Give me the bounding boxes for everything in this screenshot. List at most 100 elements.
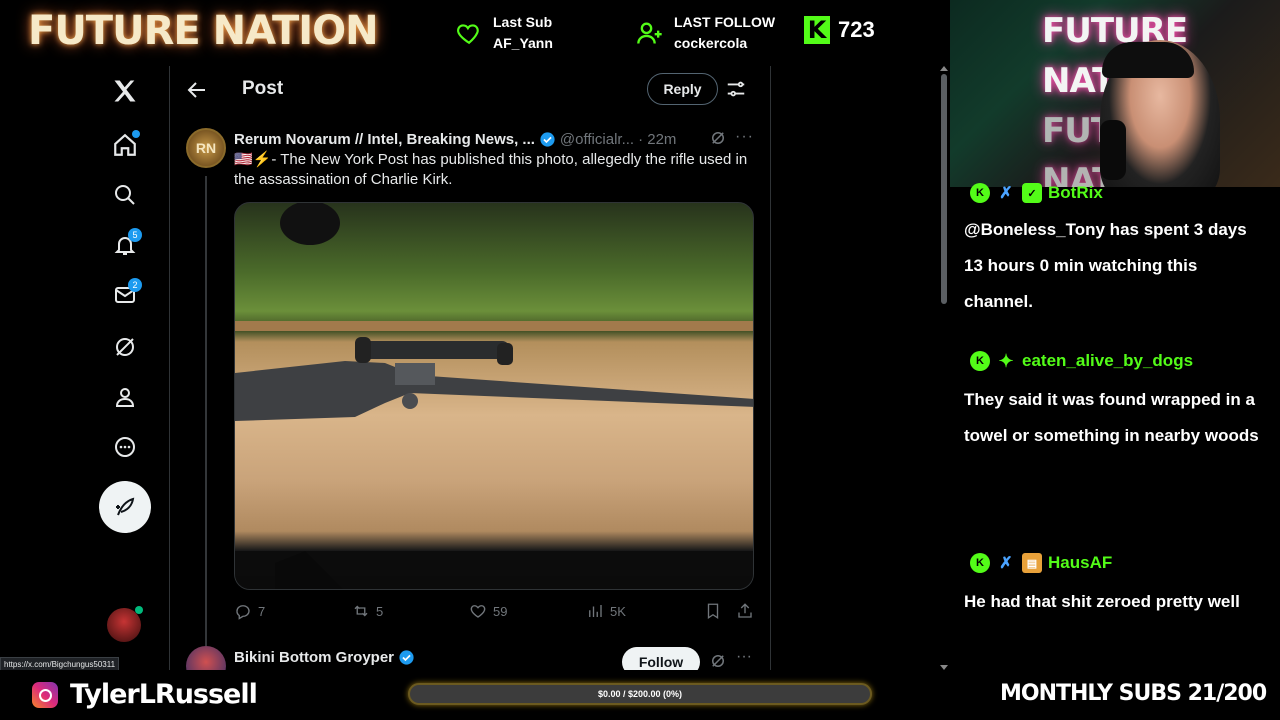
reply-count: 7 (258, 603, 266, 619)
messages-badge: 2 (128, 278, 142, 292)
microphone (1100, 120, 1126, 180)
search-icon[interactable] (108, 178, 142, 212)
next-tweet-author-name: Bikini Bottom Groyper (234, 649, 395, 666)
tweet-timestamp[interactable]: · 22m (638, 131, 676, 148)
chat-username-text: eaten_alive_by_dogs (1022, 351, 1194, 370)
verified-bot-badge-icon: ✓ (1022, 183, 1042, 203)
back-arrow-icon[interactable] (185, 78, 209, 102)
bookmark-icon (707, 603, 719, 620)
last-follow-name: cockercola (674, 35, 748, 51)
x-app-window: 5 2 https://x.com/Bigchungus50311 Post R… (0, 66, 950, 686)
account-avatar[interactable] (107, 606, 143, 642)
chat-username: K ✗ ✓ BotRix (970, 183, 1103, 203)
grok-explain-icon[interactable] (709, 652, 727, 670)
rifle-photo-illustration (235, 203, 753, 589)
gift-badge-icon: ▤ (1022, 553, 1042, 573)
next-tweet-more-icon[interactable]: ··· (736, 648, 752, 666)
view-count: 5K (610, 603, 626, 619)
last-sub-widget: Last Sub AF_Yann (455, 12, 553, 54)
webcam-feed: FUTURE NATION FUTURE NATION (950, 0, 1280, 187)
online-dot (135, 606, 143, 614)
repost-count: 5 (376, 603, 384, 619)
share-icon (738, 603, 752, 618)
repost-icon (354, 605, 368, 617)
reply-action[interactable]: 7 (234, 602, 265, 620)
kick-badge-icon: K (970, 351, 990, 371)
add-user-icon (637, 22, 662, 44)
more-options-icon[interactable] (108, 430, 142, 464)
sub-goal-text: $0.00 / $200.00 (0%) (597, 689, 683, 699)
viewer-count: 723 (838, 17, 875, 42)
post-header: Post Reply (171, 66, 771, 114)
instagram-icon (32, 682, 58, 708)
x-logo-icon[interactable] (108, 74, 142, 108)
last-sub-label: Last Sub (493, 14, 553, 30)
sparkle-badge-icon: ✦ (998, 350, 1014, 371)
notifications-badge: 5 (128, 228, 142, 242)
scroll-thumb[interactable] (941, 74, 947, 304)
stream-topbar: FUTURE NATION Last Sub AF_Yann LAST FOLL… (0, 0, 950, 66)
streamer-cap (1102, 42, 1194, 78)
thread-line (205, 176, 207, 646)
grok-explain-icon[interactable] (709, 129, 727, 147)
reply-button[interactable]: Reply (647, 73, 718, 105)
notifications-icon[interactable]: 5 (108, 228, 142, 262)
last-follow-widget: LAST FOLLOW cockercola (636, 12, 775, 54)
share-action[interactable] (736, 602, 754, 620)
grok-icon[interactable] (108, 330, 142, 364)
x-sidebar: 5 2 https://x.com/Bigchungus50311 (0, 66, 170, 672)
instagram-handle: TylerLRussell (70, 679, 258, 710)
chat-username: K ✗ ▤ HausAF (970, 553, 1112, 573)
tweet-author-name[interactable]: Rerum Novarum // Intel, Breaking News, .… (234, 131, 535, 148)
viewer-count-widget: K 723 (804, 16, 875, 44)
home-icon[interactable] (108, 128, 142, 162)
tweet-text: 🇺🇸⚡- The New York Post has published thi… (234, 151, 748, 188)
feather-icon (116, 497, 135, 516)
sliders-icon[interactable] (725, 78, 747, 100)
tweet-actions: 7 5 59 5K (234, 602, 759, 622)
chat-message: @Boneless_Tony has spent 3 days 13 hours… (964, 220, 1247, 311)
chat-panel: K ✗ ✓ BotRix @Boneless_Tony has spent 3 … (950, 183, 1280, 670)
profile-icon[interactable] (108, 380, 142, 414)
verified-badge-icon (540, 131, 555, 147)
compose-post-button[interactable] (99, 481, 151, 533)
chat-message: They said it was found wrapped in a towe… (964, 390, 1259, 445)
sword-badge-icon: ✗ (999, 555, 1013, 572)
comment-icon (236, 605, 250, 620)
chat-username-text: HausAF (1048, 553, 1113, 572)
sword-badge-icon: ✗ (999, 185, 1013, 202)
chat-message: He had that shit zeroed pretty well (964, 592, 1240, 611)
verified-badge-icon (399, 650, 414, 665)
kick-logo-icon: K (804, 16, 830, 44)
kick-badge-icon: K (970, 183, 990, 203)
page-scrollbar[interactable] (938, 66, 950, 670)
monthly-subs: MONTHLY SUBS 21/200 (1000, 681, 1267, 706)
analytics-icon (589, 605, 602, 617)
scroll-up-icon[interactable] (940, 66, 948, 71)
next-tweet-author[interactable]: Bikini Bottom Groyper (234, 649, 415, 666)
future-nation-logo: FUTURE NATION (28, 8, 379, 54)
stream-overlay: FUTURE NATION Last Sub AF_Yann LAST FOLL… (0, 0, 1280, 720)
tweet-photo[interactable] (234, 202, 754, 590)
kick-badge-icon: K (970, 553, 990, 573)
tweet-author-avatar[interactable]: RN (186, 128, 226, 168)
post-column: Post Reply RN Rerum Novarum // Intel, Br… (171, 66, 771, 686)
like-action[interactable]: 59 (469, 602, 507, 620)
next-tweet: Bikini Bottom Groyper Follow ··· (186, 644, 766, 686)
chat-username-text: BotRix (1048, 183, 1103, 202)
tweet-author-handle[interactable]: @officialr... (560, 131, 634, 148)
home-unread-dot (132, 130, 140, 138)
repost-action[interactable]: 5 (352, 602, 383, 620)
last-follow-label: LAST FOLLOW (674, 14, 776, 30)
tweet-more-icon[interactable]: ··· (735, 128, 754, 146)
page-title: Post (242, 78, 284, 99)
sub-goal-bar: $0.00 / $200.00 (0%) (408, 683, 872, 705)
views-action[interactable]: 5K (586, 602, 626, 620)
chat-username: K ✦ eaten_alive_by_dogs (970, 351, 1193, 371)
stream-bottombar: TylerLRussell $0.00 / $200.00 (0%) MONTH… (0, 670, 1280, 720)
like-count: 59 (493, 603, 508, 619)
bookmark-action[interactable] (704, 602, 722, 620)
heart-outline-icon (470, 605, 486, 618)
messages-icon[interactable]: 2 (108, 278, 142, 312)
heart-icon (457, 24, 479, 45)
